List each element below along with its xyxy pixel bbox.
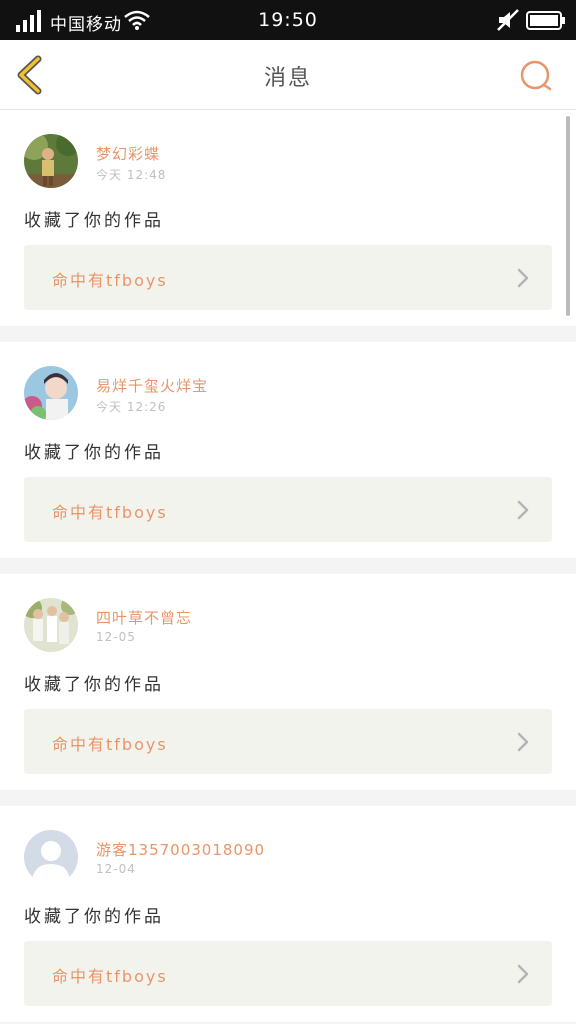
chevron-right-icon [517,964,529,984]
message-text: 收藏了你的作品 [24,907,164,927]
scrollbar[interactable] [566,116,570,316]
chevron-right-icon [517,500,529,520]
work-link[interactable]: 命中有tfboys [24,709,552,774]
work-title: 命中有tfboys [52,503,168,522]
message-card: 游客1357003018090 12-04 收藏了你的作品 命中有tfboys [0,806,576,1022]
page-title: 消息 [263,66,312,91]
chevron-right-icon [517,268,529,288]
work-link[interactable]: 命中有tfboys [24,941,552,1006]
username[interactable]: 易烊千玺火烊宝 [96,375,208,396]
clock: 19:50 [258,9,318,31]
battery-icon [526,11,565,30]
mute-icon [497,9,519,31]
message-text: 收藏了你的作品 [24,675,164,695]
work-title: 命中有tfboys [52,735,168,754]
username[interactable]: 四叶草不曾忘 [96,607,192,628]
status-bar: 中国移动 19:50 [0,0,576,40]
message-card: 易烊千玺火烊宝 今天 12:26 收藏了你的作品 命中有tfboys [0,342,576,558]
chevron-right-icon [517,732,529,752]
message-text: 收藏了你的作品 [24,211,164,231]
avatar[interactable] [24,134,78,188]
avatar[interactable] [24,598,78,652]
work-link[interactable]: 命中有tfboys [24,245,552,310]
message-time: 12-04 [96,862,136,876]
message-card: 梦幻彩蝶 今天 12:48 收藏了你的作品 命中有tfboys [0,110,576,326]
message-time: 今天 12:48 [96,168,167,182]
work-title: 命中有tfboys [52,967,168,986]
username[interactable]: 梦幻彩蝶 [96,143,160,164]
message-time: 12-05 [96,630,136,644]
nav-bar: 消息 [0,40,576,110]
work-title: 命中有tfboys [52,271,168,290]
message-card: 四叶草不曾忘 12-05 收藏了你的作品 命中有tfboys [0,574,576,790]
work-link[interactable]: 命中有tfboys [24,477,552,542]
message-time: 今天 12:26 [96,400,167,414]
avatar[interactable] [24,830,78,884]
username[interactable]: 游客1357003018090 [96,839,265,860]
message-text: 收藏了你的作品 [24,443,164,463]
avatar[interactable] [24,366,78,420]
search-icon[interactable] [518,58,554,94]
